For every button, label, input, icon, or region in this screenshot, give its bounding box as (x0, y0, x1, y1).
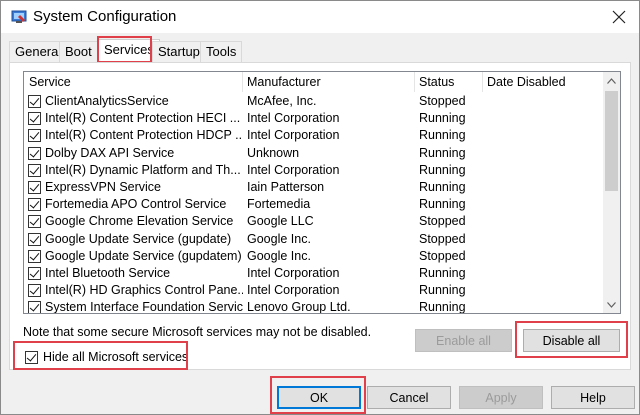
service-status: Running (419, 197, 466, 212)
close-icon (612, 10, 626, 24)
table-row[interactable]: ExpressVPN Service Iain Patterson Running (24, 179, 602, 196)
tab-boot[interactable]: Boot (59, 41, 98, 63)
service-manufacturer: Google Inc. (247, 248, 311, 263)
service-manufacturer: Fortemedia (247, 197, 311, 212)
hide-microsoft-services-checkbox[interactable] (25, 351, 38, 364)
table-row[interactable]: Dolby DAX API Service Unknown Running (24, 145, 602, 162)
table-row[interactable]: Intel Bluetooth Service Intel Corporation… (24, 265, 602, 282)
service-checkbox[interactable] (28, 284, 41, 298)
service-name: Intel(R) Content Protection HDCP ... (45, 128, 243, 143)
service-manufacturer: Iain Patterson (247, 179, 325, 194)
service-checkbox[interactable] (28, 163, 41, 177)
service-name: Intel(R) Content Protection HECI ... (45, 111, 241, 126)
help-button[interactable]: Help (551, 386, 635, 409)
table-row[interactable]: ClientAnalyticsService McAfee, Inc. Stoppe… (24, 93, 602, 110)
service-name: Intel(R) HD Graphics Control Pane... (45, 283, 243, 298)
close-button[interactable] (605, 3, 633, 31)
service-status: Stopped (419, 94, 466, 108)
table-row[interactable]: Google Update Service (gupdate) Google In… (24, 231, 602, 248)
tab-tools[interactable]: Tools (200, 41, 243, 63)
service-checkbox[interactable] (28, 129, 41, 143)
service-manufacturer: Unknown (247, 145, 300, 160)
service-status: Running (419, 265, 466, 280)
services-panel: Service Manufacturer Status Date Disable… (9, 62, 631, 370)
service-name: ExpressVPN Service (45, 179, 162, 194)
list-rows: ClientAnalyticsService McAfee, Inc. Stoppe… (24, 93, 602, 314)
service-manufacturer: McAfee, Inc. (247, 94, 317, 108)
service-name: ClientAnalyticsService (45, 94, 169, 108)
service-status: Stopped (419, 248, 466, 263)
service-checkbox[interactable] (28, 249, 41, 263)
service-name: Dolby DAX API Service (45, 145, 175, 160)
list-header: Service Manufacturer Status Date Disable… (24, 72, 602, 92)
service-manufacturer: Google Inc. (247, 231, 311, 246)
service-manufacturer: Lenovo Group Ltd. (247, 300, 351, 314)
service-checkbox[interactable] (28, 112, 41, 126)
service-name: Google Update Service (gupdatem) (45, 248, 242, 263)
service-status: Running (419, 300, 466, 314)
enable-all-button[interactable]: Enable all (415, 329, 512, 352)
column-header-manufacturer[interactable]: Manufacturer (242, 72, 414, 92)
column-header-date-disabled[interactable]: Date Disabled (482, 72, 600, 92)
service-manufacturer: Intel Corporation (247, 162, 340, 177)
service-checkbox[interactable] (28, 232, 41, 246)
service-name: Intel Bluetooth Service (45, 265, 171, 280)
service-manufacturer: Intel Corporation (247, 111, 340, 126)
system-config-icon (11, 10, 27, 23)
service-checkbox[interactable] (28, 146, 41, 160)
service-status: Running (419, 179, 466, 194)
table-row[interactable]: Intel(R) HD Graphics Control Pane... Inte… (24, 282, 602, 299)
table-row[interactable]: Intel(R) Content Protection HECI ... Inte… (24, 110, 602, 127)
table-row[interactable]: Google Chrome Elevation Service Google LL… (24, 213, 602, 230)
table-row[interactable]: System Interface Foundation Service Lenov… (24, 299, 602, 314)
table-row[interactable]: Google Update Service (gupdatem) Google I… (24, 248, 602, 265)
ok-button[interactable]: OK (277, 386, 361, 409)
service-manufacturer: Intel Corporation (247, 265, 340, 280)
service-checkbox[interactable] (28, 198, 41, 212)
table-row[interactable]: Intel(R) Content Protection HDCP ... Inte… (24, 127, 602, 144)
tab-services[interactable]: Services (98, 39, 160, 63)
scroll-up-button[interactable] (603, 72, 620, 89)
service-manufacturer: Intel Corporation (247, 283, 340, 298)
tab-startup[interactable]: Startup (152, 41, 206, 63)
window-title: System Configuration (33, 8, 177, 25)
scroll-down-button[interactable] (603, 296, 620, 313)
title-bar: System Configuration (1, 1, 639, 33)
service-status: Running (419, 162, 466, 177)
service-name: Google Chrome Elevation Service (45, 214, 234, 229)
service-status: Stopped (419, 231, 466, 246)
table-row[interactable]: Intel(R) Dynamic Platform and Th... Intel… (24, 162, 602, 179)
column-header-status[interactable]: Status (414, 72, 482, 92)
chevron-up-icon (607, 77, 616, 84)
service-name: System Interface Foundation Service (45, 300, 243, 314)
apply-button[interactable]: Apply (459, 386, 543, 409)
column-header-service[interactable]: Service (24, 72, 242, 92)
service-manufacturer: Google LLC (247, 214, 314, 229)
service-checkbox[interactable] (28, 180, 41, 194)
service-status: Running (419, 145, 466, 160)
service-checkbox[interactable] (28, 95, 41, 108)
service-name: Intel(R) Dynamic Platform and Th... (45, 162, 241, 177)
service-checkbox[interactable] (28, 266, 41, 280)
service-name: Fortemedia APO Control Service (45, 197, 227, 212)
services-list[interactable]: Service Manufacturer Status Date Disable… (23, 71, 621, 314)
service-status: Stopped (419, 214, 466, 229)
cancel-button[interactable]: Cancel (367, 386, 451, 409)
service-status: Running (419, 111, 466, 126)
service-name: Google Update Service (gupdate) (45, 231, 232, 246)
table-row[interactable]: Fortemedia APO Control Service Fortemedia… (24, 196, 602, 213)
service-status: Running (419, 283, 466, 298)
vertical-scrollbar[interactable] (603, 72, 620, 313)
secure-services-note: Note that some secure Microsoft services… (23, 325, 372, 339)
service-status: Running (419, 128, 466, 143)
system-configuration-window: System Configuration General Boot Servic… (0, 0, 640, 415)
chevron-down-icon (607, 301, 616, 308)
disable-all-button[interactable]: Disable all (523, 329, 620, 352)
service-checkbox[interactable] (28, 215, 41, 229)
hide-microsoft-services-label: Hide all Microsoft services (43, 350, 189, 364)
service-manufacturer: Intel Corporation (247, 128, 340, 143)
service-checkbox[interactable] (28, 301, 41, 313)
scrollbar-thumb[interactable] (605, 91, 618, 191)
